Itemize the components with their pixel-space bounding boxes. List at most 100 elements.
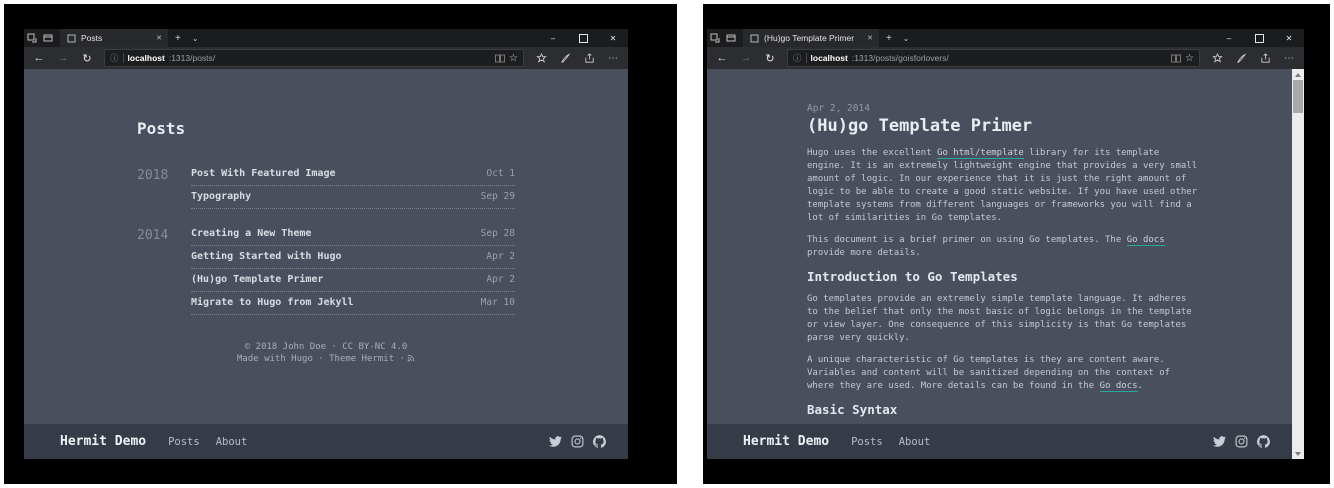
maximize-button[interactable] [1244, 29, 1274, 47]
article-page-viewport: Apr 2, 2014 (Hu)go Template Primer Hugo … [707, 69, 1304, 459]
minimize-button[interactable]: – [538, 29, 568, 47]
web-notes-pen-icon[interactable] [1230, 53, 1252, 64]
rss-icon[interactable] [407, 354, 415, 366]
article-paragraph: Go templates provide an extremely simple… [807, 293, 1199, 345]
post-date: Oct 1 [486, 168, 515, 179]
maximize-icon [579, 34, 588, 43]
post-link[interactable]: Creating a New Theme [191, 228, 311, 239]
post-date: Sep 29 [481, 191, 515, 202]
nav-link-about[interactable]: About [899, 436, 931, 448]
go-docs-link[interactable]: Go docs [1100, 381, 1138, 392]
share-icon[interactable] [1254, 53, 1276, 64]
tabs-preview-icon[interactable] [723, 29, 739, 47]
scrollbar-up-arrow[interactable] [1292, 69, 1304, 80]
page-title: Posts [137, 119, 515, 139]
article-paragraph: This document is a brief primer on using… [807, 234, 1199, 260]
instagram-icon[interactable] [1235, 435, 1248, 448]
browser-window-posts: Posts ✕ + ⌄ – ✕ ← → ↻ ⓘ localh [24, 29, 628, 459]
site-info-icon[interactable]: ⓘ [110, 52, 119, 64]
down-arrow-icon[interactable] [1295, 452, 1301, 456]
github-icon[interactable] [593, 435, 606, 448]
scrollbar[interactable] [1292, 69, 1304, 459]
site-info-icon[interactable]: ⓘ [793, 52, 802, 64]
go-docs-link[interactable]: Go docs [1127, 235, 1165, 246]
instagram-icon[interactable] [571, 435, 584, 448]
address-bar[interactable]: ⓘ localhost:1313/posts/ ☆ [104, 49, 524, 67]
post-link[interactable]: (Hu)go Template Primer [191, 274, 323, 285]
screenshot-canvas: Posts ✕ + ⌄ – ✕ ← → ↻ ⓘ localh [0, 0, 1334, 488]
year-post-list: Post With Featured Image Oct 1 Typograph… [191, 163, 515, 209]
settings-more-icon[interactable]: ⋯ [602, 53, 624, 64]
twitter-icon[interactable] [549, 435, 562, 448]
browser-tab[interactable]: (Hu)go Template Primer ✕ [743, 29, 879, 47]
post-row[interactable]: Post With Featured Image Oct 1 [191, 163, 515, 186]
back-button[interactable]: ← [711, 52, 733, 64]
favorites-hub-icon[interactable] [1206, 53, 1228, 64]
close-window-button[interactable]: ✕ [1274, 29, 1304, 47]
forward-button[interactable]: → [735, 52, 757, 64]
add-favorite-star-icon[interactable]: ☆ [1185, 53, 1194, 64]
posts-list-container: Posts 2018 Post With Featured Image Oct … [137, 69, 515, 366]
footer-copyright: © 2018 John Doe · CC BY-NC 4.0 [137, 341, 515, 353]
post-row[interactable]: Creating a New Theme Sep 28 [191, 223, 515, 246]
post-link[interactable]: Post With Featured Image [191, 168, 336, 179]
web-notes-pen-icon[interactable] [554, 53, 576, 64]
tab-close-icon[interactable]: ✕ [859, 34, 873, 42]
paragraph-text: provide more details. [807, 248, 921, 258]
set-tabs-aside-icon[interactable] [707, 29, 723, 47]
post-date: Mar 10 [481, 297, 515, 308]
new-tab-button[interactable]: + [168, 33, 188, 44]
settings-more-icon[interactable]: ⋯ [1278, 53, 1300, 64]
forward-button[interactable]: → [52, 52, 74, 64]
nav-link-posts[interactable]: Posts [168, 436, 200, 448]
post-date: Apr 2 [486, 251, 515, 262]
tab-list-chevron-icon[interactable]: ⌄ [899, 34, 914, 43]
new-tab-button[interactable]: + [879, 33, 899, 44]
minimize-button[interactable]: – [1214, 29, 1244, 47]
github-icon[interactable] [1257, 435, 1270, 448]
browser-toolbar: ← → ↻ ⓘ localhost:1313/posts/goisforlove… [707, 47, 1304, 69]
reading-view-icon[interactable] [1171, 54, 1181, 63]
add-favorite-star-icon[interactable]: ☆ [509, 53, 518, 64]
set-tabs-aside-icon[interactable] [24, 29, 40, 47]
address-bar[interactable]: ⓘ localhost:1313/posts/goisforlovers/ ☆ [787, 49, 1200, 67]
nav-link-posts[interactable]: Posts [851, 436, 883, 448]
address-divider [806, 53, 807, 63]
paragraph-text: This document is a brief primer on using… [807, 235, 1127, 245]
share-icon[interactable] [578, 53, 600, 64]
browser-window-article: (Hu)go Template Primer ✕ + ⌄ – ✕ ← → ↻ ⓘ [707, 29, 1304, 459]
back-button[interactable]: ← [28, 52, 50, 64]
refresh-button[interactable]: ↻ [76, 52, 98, 65]
tabs-preview-icon[interactable] [40, 29, 56, 47]
site-brand-link[interactable]: Hermit Demo [743, 434, 829, 449]
go-html-template-link[interactable]: Go html/template [937, 148, 1024, 159]
nav-link-about[interactable]: About [216, 436, 248, 448]
post-link[interactable]: Typography [191, 191, 251, 202]
twitter-icon[interactable] [1213, 435, 1226, 448]
paragraph-text: library for its template engine. It is a… [807, 148, 1197, 223]
post-date: Apr 2 [486, 274, 515, 285]
reading-view-icon[interactable] [495, 54, 505, 63]
window-controls: – ✕ [1214, 29, 1304, 47]
browser-tab[interactable]: Posts ✕ [60, 29, 168, 47]
post-link[interactable]: Getting Started with Hugo [191, 251, 342, 262]
refresh-button[interactable]: ↻ [759, 52, 781, 65]
post-row[interactable]: Migrate to Hugo from Jekyll Mar 10 [191, 292, 515, 315]
post-row[interactable]: Typography Sep 29 [191, 186, 515, 209]
tab-list-chevron-icon[interactable]: ⌄ [188, 34, 203, 43]
posts-page-viewport: Posts 2018 Post With Featured Image Oct … [24, 69, 628, 459]
right-screenshot-frame: (Hu)go Template Primer ✕ + ⌄ – ✕ ← → ↻ ⓘ [703, 4, 1330, 484]
year-group-2018: 2018 Post With Featured Image Oct 1 Typo… [137, 163, 515, 209]
article-title: (Hu)go Template Primer [807, 116, 1199, 137]
site-brand-link[interactable]: Hermit Demo [60, 434, 146, 449]
favorites-hub-icon[interactable] [530, 53, 552, 64]
post-row[interactable]: Getting Started with Hugo Apr 2 [191, 246, 515, 269]
close-window-button[interactable]: ✕ [598, 29, 628, 47]
social-icons [549, 435, 606, 448]
scrollbar-thumb[interactable] [1293, 80, 1303, 113]
window-controls: – ✕ [538, 29, 628, 47]
maximize-button[interactable] [568, 29, 598, 47]
post-row[interactable]: (Hu)go Template Primer Apr 2 [191, 269, 515, 292]
tab-close-icon[interactable]: ✕ [148, 34, 162, 42]
post-link[interactable]: Migrate to Hugo from Jekyll [191, 297, 354, 308]
